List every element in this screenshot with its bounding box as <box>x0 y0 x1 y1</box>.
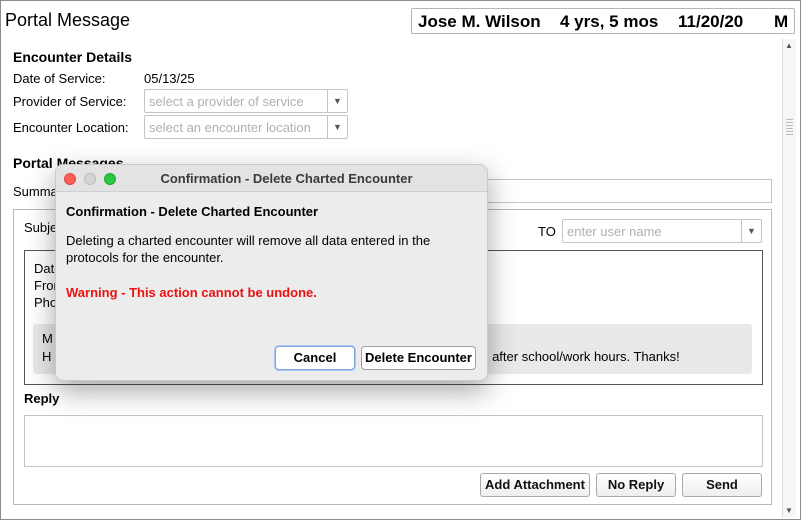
dialog-titlebar[interactable]: Confirmation - Delete Charted Encounter <box>56 165 487 192</box>
location-placeholder: select an encounter location <box>149 120 311 135</box>
provider-select[interactable]: select a provider of service ▼ <box>144 89 348 113</box>
dialog-title: Confirmation - Delete Charted Encounter <box>160 171 413 186</box>
cancel-button[interactable]: Cancel <box>275 346 355 370</box>
scroll-grip-icon[interactable] <box>786 119 793 137</box>
provider-placeholder: select a provider of service <box>149 94 304 109</box>
reply-label: Reply <box>24 391 60 406</box>
message-line-2-start: H <box>42 349 52 364</box>
patient-dob: 11/20/20 <box>678 12 744 31</box>
vertical-scrollbar[interactable]: ▲ ▼ <box>782 39 796 517</box>
delete-encounter-button[interactable]: Delete Encounter <box>361 346 476 370</box>
chevron-down-icon[interactable]: ▼ <box>741 220 761 242</box>
add-attachment-button[interactable]: Add Attachment <box>480 473 590 497</box>
reply-textarea[interactable] <box>24 415 763 467</box>
patient-name: Jose M. Wilson <box>418 12 541 31</box>
date-of-service-value: 05/13/25 <box>144 71 195 86</box>
chevron-down-icon[interactable]: ▼ <box>327 90 347 112</box>
delete-confirmation-dialog: Confirmation - Delete Charted Encounter … <box>55 164 488 381</box>
to-user-select[interactable]: enter user name ▼ <box>562 219 762 243</box>
dialog-warning: Warning - This action cannot be undone. <box>66 285 317 300</box>
window-title: Portal Message <box>5 10 131 30</box>
no-reply-button[interactable]: No Reply <box>596 473 676 497</box>
scroll-down-icon[interactable]: ▼ <box>785 506 793 515</box>
send-button[interactable]: Send <box>682 473 762 497</box>
encounter-location-label: Encounter Location: <box>13 120 129 135</box>
message-line-2-end: ed after school/work hours. Thanks! <box>474 349 680 364</box>
date-of-service-label: Date of Service: <box>13 71 106 86</box>
patient-age: 4 yrs, 5 mos <box>560 12 659 31</box>
chevron-down-icon[interactable]: ▼ <box>327 116 347 138</box>
message-line-1: M <box>42 331 53 346</box>
encounter-details-heading: Encounter Details <box>13 49 133 65</box>
patient-sex: M <box>774 12 789 31</box>
location-select[interactable]: select an encounter location ▼ <box>144 115 348 139</box>
dialog-message: Deleting a charted encounter will remove… <box>66 233 431 265</box>
provider-of-service-label: Provider of Service: <box>13 94 127 109</box>
dialog-heading: Confirmation - Delete Charted Encounter <box>66 204 319 219</box>
to-user-placeholder: enter user name <box>567 224 662 239</box>
patient-banner: Jose M. Wilson 4 yrs, 5 mos 11/20/20 M <box>411 8 795 34</box>
portal-message-window: Portal Message Jose M. Wilson 4 yrs, 5 m… <box>0 0 801 520</box>
to-label: TO <box>538 224 556 239</box>
scroll-up-icon[interactable]: ▲ <box>785 41 793 50</box>
